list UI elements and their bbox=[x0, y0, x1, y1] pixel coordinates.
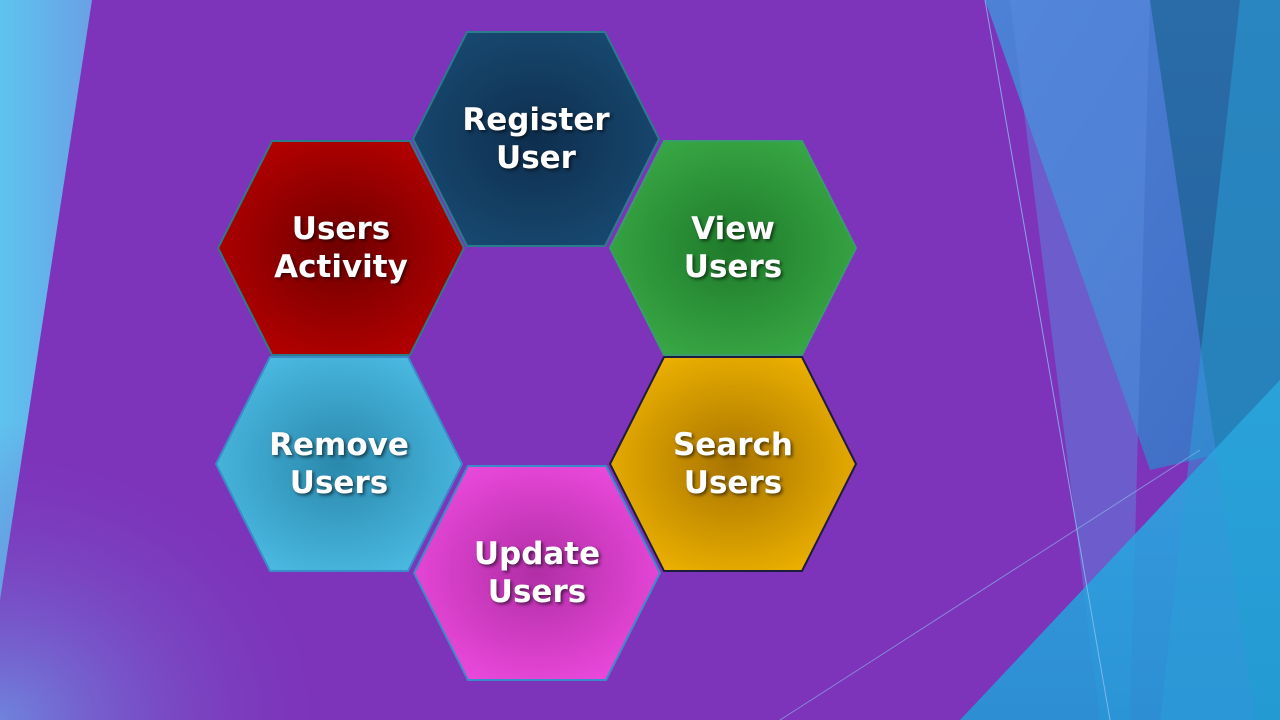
hex-users-activity[interactable]: Users Activity bbox=[216, 140, 466, 356]
hex-view-users[interactable]: View Users bbox=[608, 140, 858, 356]
hex-shape bbox=[216, 140, 466, 356]
hex-shape bbox=[608, 140, 858, 356]
hex-remove-users[interactable]: Remove Users bbox=[214, 356, 464, 572]
slide: Register User View Users Search Users Up… bbox=[0, 0, 1280, 720]
hex-shape bbox=[214, 356, 464, 572]
